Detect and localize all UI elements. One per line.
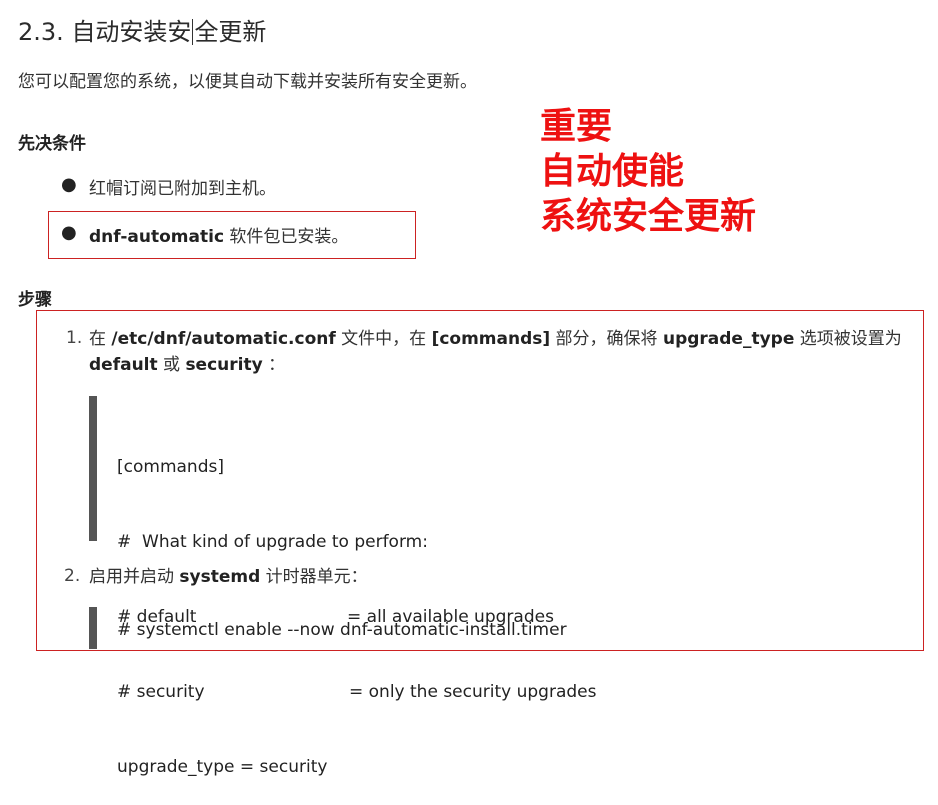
prerequisites-heading: 先决条件: [18, 134, 86, 154]
step-text: 启用并启动: [89, 567, 180, 587]
step-text: ：: [262, 355, 286, 375]
step-1-number: 1.: [66, 328, 83, 348]
step-text: 部分，确保将: [550, 329, 663, 349]
prerequisite-item-package: ● dnf-automatic 软件包已安装。: [61, 222, 349, 247]
annotation-line-1: 重要: [540, 106, 613, 147]
step-text: 文件中，在: [335, 329, 432, 349]
code-comment-value: = only the security upgrades: [349, 682, 597, 702]
step-text: 计时器单元：: [260, 567, 368, 587]
step-text: 或: [157, 355, 186, 375]
steps-heading: 步骤: [18, 290, 52, 310]
bullet-icon: ●: [61, 222, 77, 243]
code-line: # security = only the security upgrades: [117, 680, 596, 705]
code-block-bar: [89, 396, 97, 541]
code-line: upgrade_type = security: [117, 757, 328, 777]
config-file-path: /etc/dnf/automatic.conf: [111, 329, 336, 349]
annotation-line-3: 系统安全更新: [540, 196, 757, 237]
code-block-command: # systemctl enable --now dnf-automatic-i…: [117, 620, 567, 640]
intro-paragraph: 您可以配置您的系统，以便其自动下载并安装所有安全更新。: [18, 72, 477, 92]
code-line: [commands]: [117, 457, 224, 477]
value-default: default: [89, 355, 158, 375]
section-title: 2.3. 自动安装安 全更新: [18, 12, 266, 47]
package-name: dnf-automatic: [89, 227, 225, 247]
section-number: 2.3.: [18, 18, 64, 46]
section-title-text-2: 全更新: [194, 18, 267, 46]
option-name: upgrade_type: [662, 329, 795, 349]
annotation-line-2: 自动使能: [540, 151, 685, 192]
prerequisite-item-subscription: ● 红帽订阅已附加到主机。: [61, 174, 276, 199]
step-text: 在: [89, 329, 112, 349]
step-2-text: 启用并启动 systemd 计时器单元：: [89, 564, 368, 590]
code-block-config: [commands] # What kind of upgrade to per…: [117, 405, 596, 805]
section-title-text-1: 自动安装安: [71, 18, 192, 46]
code-comment: # security: [117, 682, 205, 702]
prerequisite-text: 红帽订阅已附加到主机。: [89, 179, 276, 199]
step-1-text: 在 /etc/dnf/automatic.conf 文件中，在 [command…: [89, 326, 921, 378]
step-text: 选项被设置为: [794, 329, 902, 349]
bullet-icon: ●: [61, 174, 77, 195]
section-name: [commands]: [431, 329, 551, 349]
red-annotation: 重要 自动使能 系统安全更新: [540, 104, 756, 239]
prerequisite-text: 软件包已安装。: [224, 227, 349, 247]
code-block-bar: [89, 607, 97, 649]
value-security: security: [185, 355, 263, 375]
step-2-number: 2.: [64, 566, 81, 586]
code-line: # What kind of upgrade to perform:: [117, 532, 428, 552]
systemd-label: systemd: [179, 567, 261, 587]
